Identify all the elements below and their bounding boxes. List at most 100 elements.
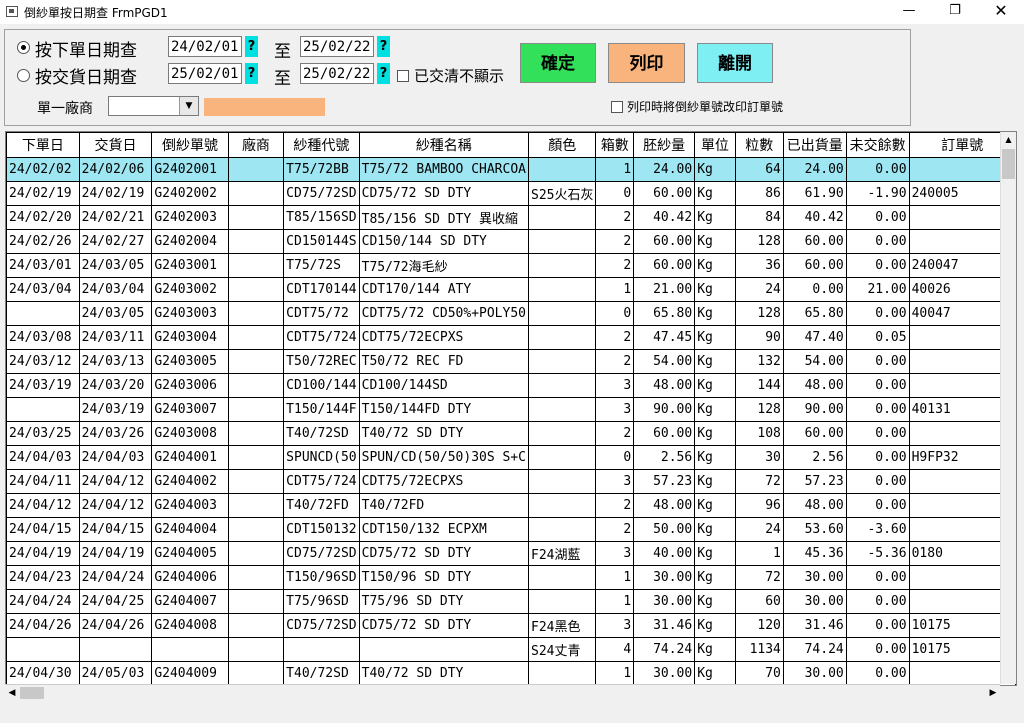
scroll-thumb[interactable] <box>1002 149 1015 179</box>
radio-delivery-date-label: 按交貨日期查 <box>35 68 137 88</box>
table-cell <box>227 541 285 566</box>
table-cell: 24/02/06 <box>78 157 153 182</box>
order-to-lookup-button[interactable]: ? <box>377 36 390 57</box>
table-cell: 74.24 <box>633 637 696 662</box>
table-cell <box>527 253 597 278</box>
table-cell <box>227 301 285 326</box>
table-cell: 74.24 <box>782 637 847 662</box>
table-row[interactable]: 24/02/20 24/02/21 G2402003 T85/156SD T85/156… <box>6 205 1016 230</box>
delivery-to-lookup-button[interactable]: ? <box>377 63 390 84</box>
column-header[interactable]: 單位 <box>694 132 736 158</box>
scroll-up-icon[interactable]: ▲ <box>1001 132 1016 147</box>
exit-button[interactable]: 離開 <box>697 43 773 83</box>
table-cell: T75/96SD <box>283 589 360 614</box>
table-cell: 48.00 <box>782 373 847 398</box>
table-cell: G2404007 <box>151 589 229 614</box>
order-from-lookup-button[interactable]: ? <box>245 36 258 57</box>
table-row[interactable]: S24丈青 4 74.24 Kg 1134 74.24 0.00 10175 <box>6 637 1016 662</box>
column-header[interactable]: 顏色 <box>527 132 597 158</box>
table-row[interactable]: 24/04/24 24/04/25 G2404007 T75/96SD T75/96 S… <box>6 589 1016 614</box>
vertical-scrollbar[interactable]: ▲ <box>1000 132 1016 684</box>
table-row[interactable]: 24/03/12 24/03/13 G2403005 T50/72REC T50/72 … <box>6 349 1016 374</box>
scroll-left-icon[interactable]: ◀ <box>5 685 19 701</box>
column-header[interactable]: 交貨日 <box>78 132 153 158</box>
table-cell: 53.60 <box>782 517 847 542</box>
table-row[interactable]: 24/03/01 24/03/05 G2403001 T75/72S T75/72海毛紗… <box>6 253 1016 278</box>
column-header[interactable]: 廠商 <box>227 132 285 158</box>
table-row[interactable]: 24/04/26 24/04/26 G2404008 CD75/72SD CD75/72… <box>6 613 1016 638</box>
table-row[interactable]: 24/04/19 24/04/19 G2404005 CD75/72SD CD75/72… <box>6 541 1016 566</box>
minimize-icon[interactable]: — <box>886 0 932 24</box>
table-row[interactable]: 24/03/19 G2403007 T150/144F T150/144FD DTY 3… <box>6 397 1016 422</box>
table-row[interactable]: 24/04/30 24/05/03 G2404009 T40/72SD T40/72 S… <box>6 661 1016 685</box>
column-header[interactable]: 箱數 <box>595 132 635 158</box>
vendor-select[interactable]: ▼ <box>108 96 199 116</box>
scroll-right-icon[interactable]: ▶ <box>986 685 1000 701</box>
table-cell: 24/03/01 <box>6 253 80 278</box>
delivery-from-field[interactable]: 25/02/01 <box>168 63 242 84</box>
table-cell: G2404009 <box>151 661 229 685</box>
radio-order-date[interactable] <box>17 41 30 54</box>
column-header[interactable]: 粒數 <box>734 132 784 158</box>
order-from-field[interactable]: 24/02/01 <box>168 36 242 57</box>
table-cell <box>227 349 285 374</box>
close-icon[interactable]: ✕ <box>978 0 1024 24</box>
table-cell: 24/03/26 <box>78 421 153 446</box>
table-row[interactable]: 24/02/02 24/02/06 G2402001 T75/72BB T75/72 B… <box>6 157 1016 182</box>
table-row[interactable]: 24/03/08 24/03/11 G2403004 CDT75/724 CDT75/7… <box>6 325 1016 350</box>
table-row[interactable]: 24/03/04 24/03/04 G2403002 CDT170144 CDT170/… <box>6 277 1016 302</box>
table-cell: Kg <box>694 349 736 374</box>
table-row[interactable]: 24/04/03 24/04/03 G2404001 SPUNCD(50 SPUN/CD… <box>6 445 1016 470</box>
delivery-to-field[interactable]: 25/02/22 <box>300 63 374 84</box>
table-cell: 31.46 <box>633 613 696 638</box>
column-header[interactable]: 紗種名稱 <box>358 132 530 158</box>
column-header[interactable]: 紗種代號 <box>283 132 360 158</box>
table-cell: CD75/72SD <box>283 541 360 566</box>
table-cell: 60.00 <box>633 253 696 278</box>
table-cell: G2404005 <box>151 541 229 566</box>
table-row[interactable]: 24/03/19 24/03/20 G2403006 CD100/144 CD100/1… <box>6 373 1016 398</box>
table-row[interactable]: 24/04/12 24/04/12 G2404003 T40/72FD T40/72FD… <box>6 493 1016 518</box>
radio-delivery-date[interactable] <box>17 69 30 82</box>
table-cell: Kg <box>694 181 736 206</box>
hscroll-thumb[interactable] <box>20 687 44 699</box>
table-cell: 0.00 <box>845 253 910 278</box>
results-grid[interactable]: 下單日 交貨日 倒紗單號 廠商 紗種代號 紗種名稱 顏色 箱數 胚紗量 單位 粒數 已出貨量 未交餘數訂… <box>5 131 1017 686</box>
table-cell: 0 <box>595 445 635 470</box>
table-row[interactable]: 24/02/26 24/02/27 G2402004 CD150144S CD150/1… <box>6 229 1016 254</box>
table-cell: S24丈青 <box>527 637 597 662</box>
table-cell: 0.00 <box>845 661 910 685</box>
table-cell <box>6 397 80 422</box>
table-cell: G2403004 <box>151 325 229 350</box>
chevron-down-icon[interactable]: ▼ <box>179 97 198 115</box>
horizontal-scrollbar[interactable]: ◀ ▶ <box>5 684 1000 701</box>
table-cell: 64 <box>734 157 784 182</box>
column-header[interactable]: 下單日 <box>6 132 80 158</box>
table-cell: Kg <box>694 373 736 398</box>
table-cell <box>527 277 597 302</box>
column-header[interactable]: 胚紗量 <box>633 132 696 158</box>
table-row[interactable]: 24/04/15 24/04/15 G2404004 CDT150132 CDT150/… <box>6 517 1016 542</box>
table-cell: SPUN/CD(50/50)30S S+C <box>358 445 530 470</box>
column-header[interactable]: 已出貨量 <box>782 132 847 158</box>
confirm-button[interactable]: 確定 <box>520 43 596 83</box>
column-header[interactable]: 倒紗單號 <box>151 132 229 158</box>
table-cell: Kg <box>694 589 736 614</box>
order-to-field[interactable]: 25/02/22 <box>300 36 374 57</box>
table-row[interactable]: 24/04/11 24/04/12 G2404002 CDT75/724 CDT75/7… <box>6 469 1016 494</box>
table-cell: 60.00 <box>633 181 696 206</box>
table-cell: 0 <box>595 301 635 326</box>
table-cell: 24/03/19 <box>6 373 80 398</box>
table-row[interactable]: 24/02/19 24/02/19 G2402002 CD75/72SD CD75/72… <box>6 181 1016 206</box>
table-cell <box>527 157 597 182</box>
table-row[interactable]: 24/04/23 24/04/24 G2404006 T150/96SD T150/96… <box>6 565 1016 590</box>
table-row[interactable]: 24/03/25 24/03/26 G2403008 T40/72SD T40/72 S… <box>6 421 1016 446</box>
table-cell <box>227 157 285 182</box>
print-button[interactable]: 列印 <box>608 43 685 83</box>
print-order-no-checkbox[interactable] <box>611 101 623 113</box>
column-header[interactable]: 未交餘數 <box>845 132 910 158</box>
hide-closed-checkbox[interactable] <box>397 70 409 82</box>
delivery-from-lookup-button[interactable]: ? <box>245 63 258 84</box>
restore-icon[interactable]: ❐ <box>932 0 978 24</box>
table-row[interactable]: 24/03/05 G2403003 CDT75/72 CDT75/72 CD50%+P… <box>6 301 1016 326</box>
